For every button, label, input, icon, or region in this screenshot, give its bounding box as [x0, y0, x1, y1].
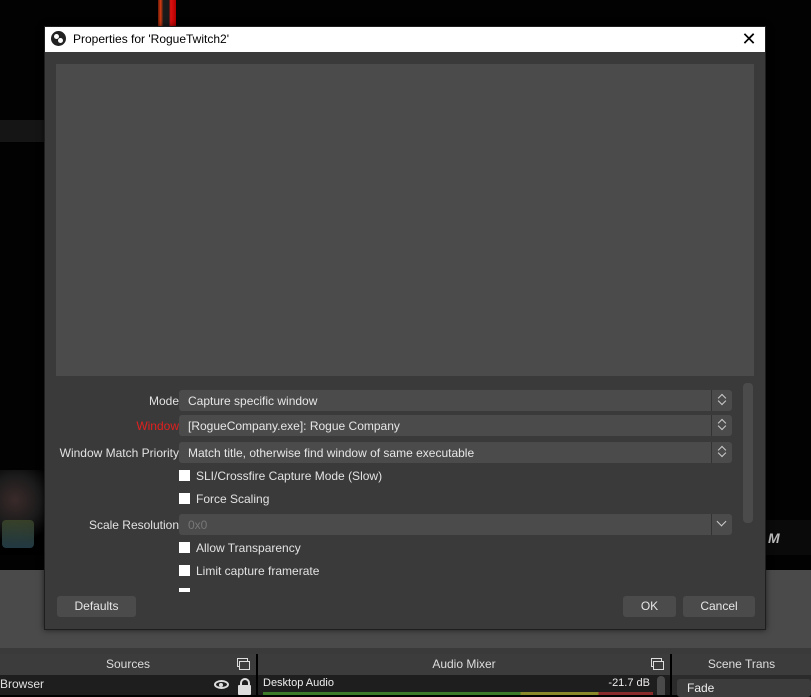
properties-panel: Mode Capture specific window Window [Rog… [56, 382, 746, 592]
window-match-priority-label: Window Match Priority [59, 446, 179, 460]
updown-arrows-icon [711, 390, 732, 411]
visibility-eye-icon[interactable] [214, 680, 229, 689]
window-select[interactable]: [RogueCompany.exe]: Rogue Company [179, 415, 732, 436]
audio-channel-name: Desktop Audio [263, 677, 334, 689]
mode-select[interactable]: Capture specific window [179, 390, 732, 411]
transition-select[interactable]: Fade [677, 679, 811, 697]
preview-logo-text: M [768, 530, 780, 546]
properties-dialog: Properties for 'RogueTwitch2' ✕ Mode Cap… [44, 26, 766, 630]
mode-label: Mode [148, 394, 179, 408]
sources-dock-title: Sources [105, 657, 151, 671]
mode-value: Capture specific window [188, 394, 318, 408]
dialog-title-bar[interactable]: Properties for 'RogueTwitch2' ✕ [45, 27, 765, 52]
updown-arrows-icon [711, 415, 732, 436]
sli-crossfire-checkbox[interactable] [179, 470, 190, 481]
sources-dock-title-bar: Sources [0, 654, 256, 675]
window-match-priority-select[interactable]: Match title, otherwise find window of sa… [179, 442, 732, 463]
window-row: Window [RogueCompany.exe]: Rogue Company [56, 415, 742, 437]
audio-level-readout: -21.7 dB [608, 677, 650, 689]
scene-transitions-dock: Scene Trans Fade [672, 654, 811, 697]
source-item[interactable]: Browser [0, 677, 44, 691]
preview-streak [0, 120, 45, 142]
float-dock-icon[interactable] [237, 658, 250, 670]
window-label: Window [136, 419, 179, 433]
mixer-scrollbar[interactable] [657, 676, 665, 695]
window-match-priority-value: Match title, otherwise find window of sa… [188, 446, 475, 460]
mode-row: Mode Capture specific window [56, 390, 742, 412]
window-match-priority-row: Window Match Priority Match title, other… [56, 442, 742, 464]
force-scaling-label: Force Scaling [196, 492, 270, 506]
audio-mixer-title: Audio Mixer [432, 657, 496, 671]
lock-icon[interactable] [238, 678, 251, 695]
chevron-down-icon [711, 514, 732, 535]
force-scaling-checkbox[interactable] [179, 493, 190, 504]
updown-arrows-icon [711, 442, 732, 463]
dialog-title: Properties for 'RogueTwitch2' [73, 32, 229, 46]
preview-avatar-image [0, 470, 44, 555]
preview-logo-image: M [766, 520, 811, 555]
limit-framerate-label: Limit capture framerate [196, 564, 320, 578]
scene-transitions-body: Fade [672, 675, 811, 697]
window-value: [RogueCompany.exe]: Rogue Company [188, 419, 400, 433]
scale-resolution-select[interactable]: 0x0 [179, 514, 732, 535]
limit-framerate-checkbox[interactable] [179, 565, 190, 576]
audio-channel: Desktop Audio -21.7 dB [258, 675, 670, 695]
float-dock-icon[interactable] [651, 658, 664, 670]
sources-dock: Sources Browser [0, 654, 256, 695]
sli-crossfire-label: SLI/Crossfire Capture Mode (Slow) [196, 469, 383, 483]
scale-resolution-label: Scale Resolution [88, 518, 179, 532]
sources-list: Browser [0, 675, 256, 695]
audio-mixer-title-bar: Audio Mixer [258, 654, 670, 675]
preview-red-stripe [158, 0, 176, 26]
scale-resolution-row: Scale Resolution 0x0 [56, 514, 742, 536]
allow-transparency-checkbox[interactable] [179, 542, 190, 553]
defaults-button[interactable]: Defaults [57, 596, 136, 617]
scene-transitions-title-bar: Scene Trans [672, 654, 811, 675]
properties-scrollbar[interactable] [743, 383, 753, 523]
partial-checkbox[interactable] [179, 588, 190, 592]
ok-button[interactable]: OK [623, 596, 676, 617]
audio-mixer-dock: Audio Mixer Desktop Audio -21.7 dB [258, 654, 670, 695]
close-button[interactable]: ✕ [733, 27, 765, 52]
scene-transitions-title: Scene Trans [707, 657, 776, 671]
cancel-button[interactable]: Cancel [683, 596, 755, 617]
obs-logo-icon [51, 31, 66, 46]
source-preview [56, 64, 754, 376]
allow-transparency-label: Allow Transparency [196, 541, 301, 555]
scale-resolution-value: 0x0 [188, 518, 208, 532]
